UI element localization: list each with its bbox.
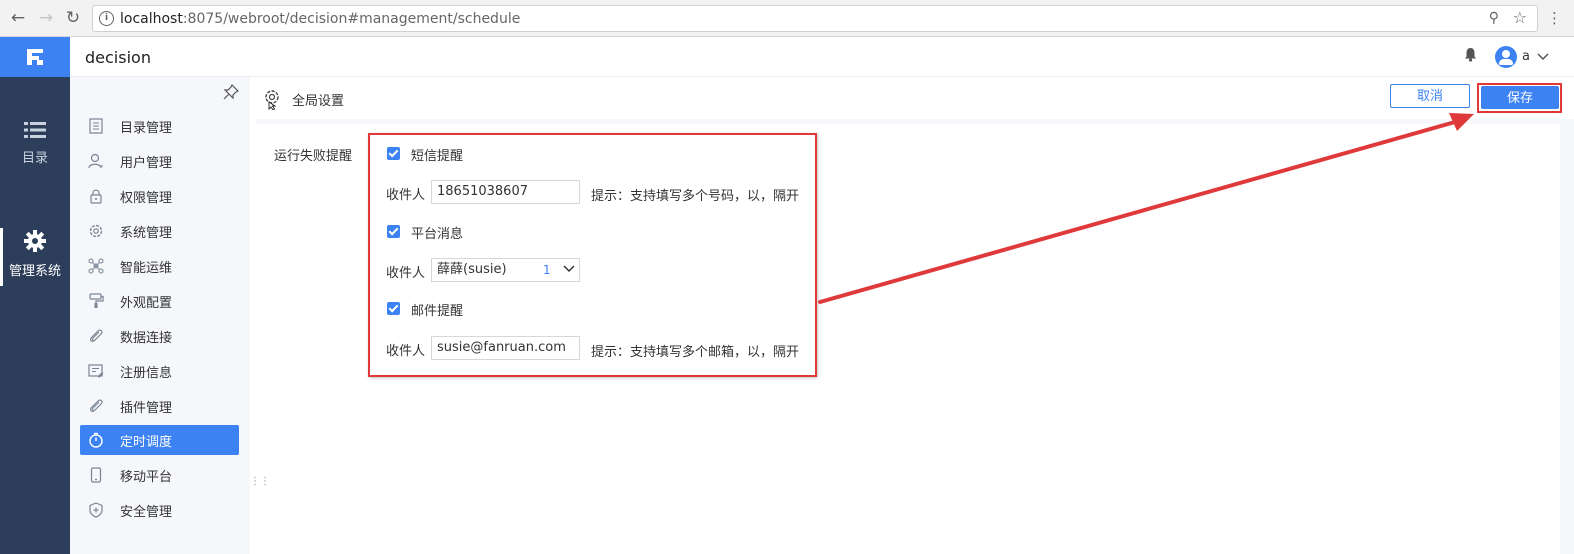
annotation-arrow [818,113,1474,304]
